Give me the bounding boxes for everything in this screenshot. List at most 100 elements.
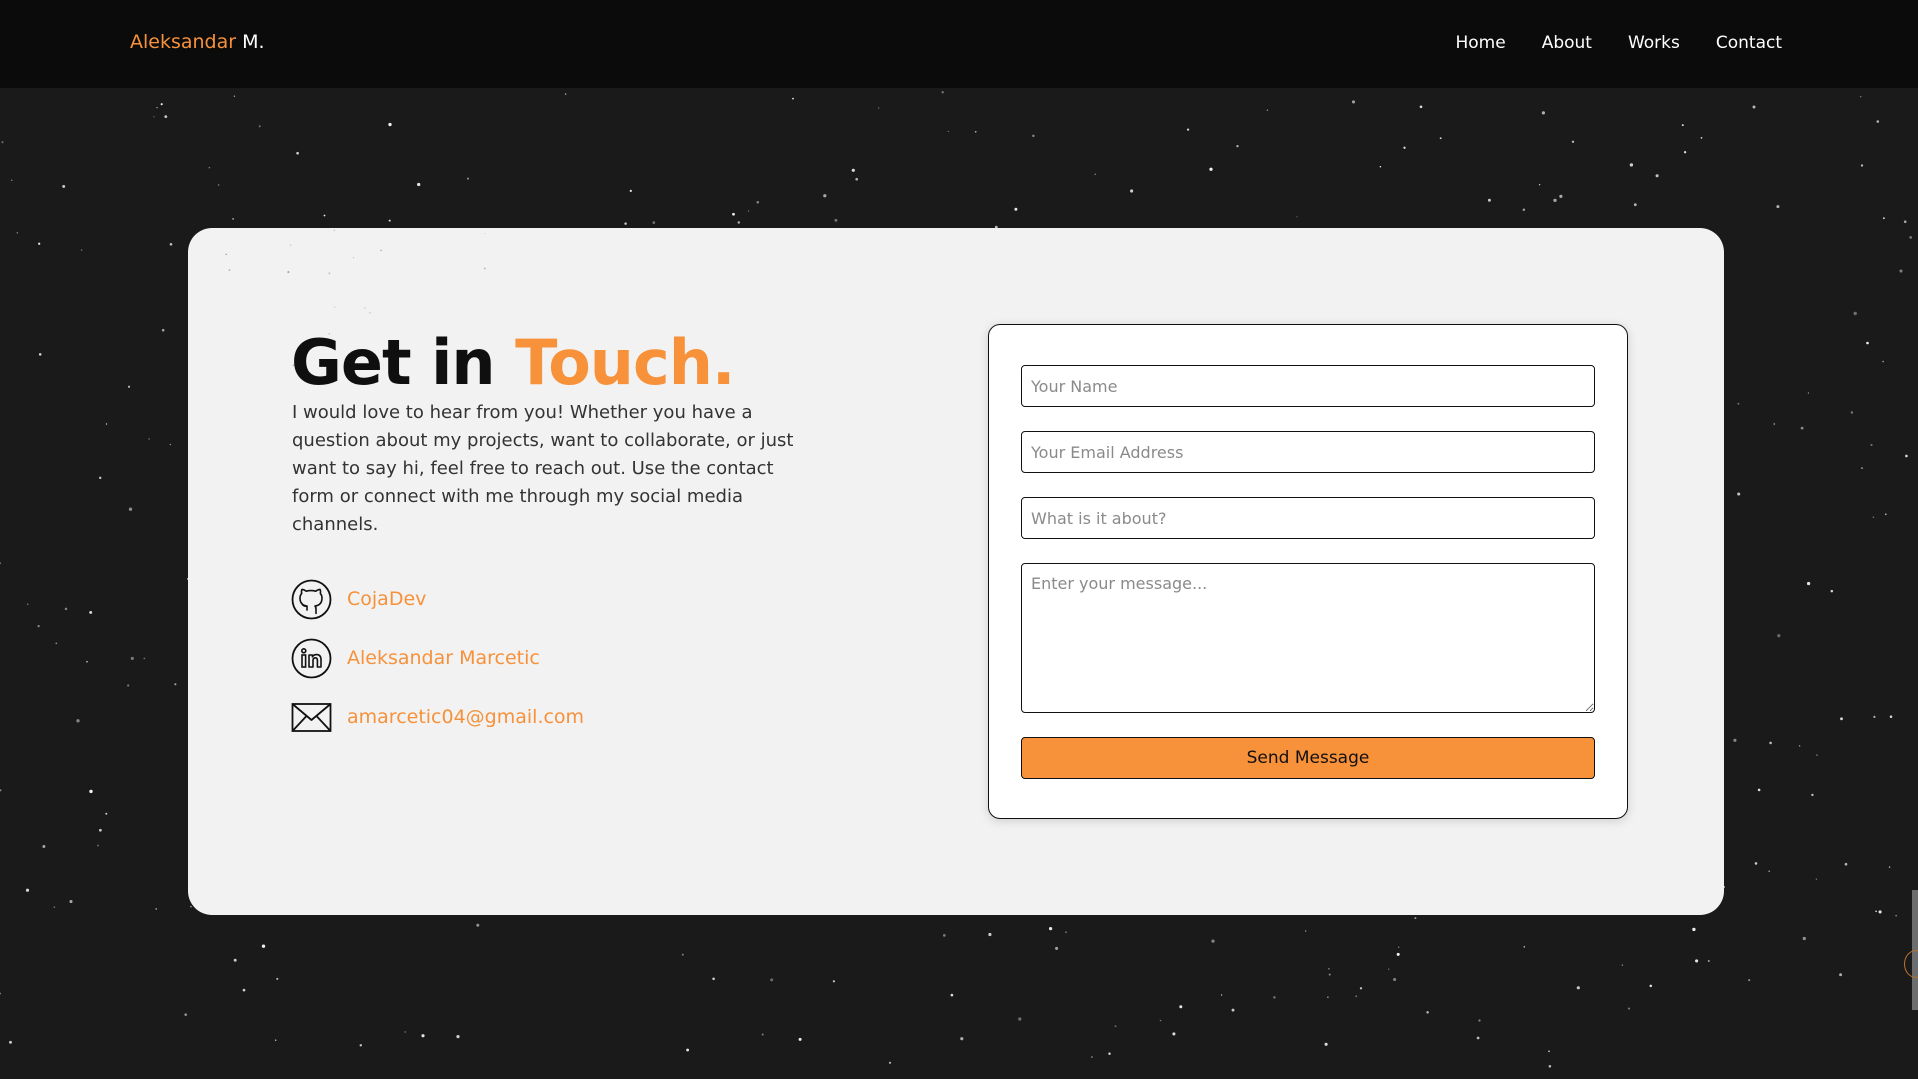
brand-logo[interactable]: Aleksandar M.: [130, 31, 265, 53]
mail-icon[interactable]: [291, 697, 332, 738]
star: [1889, 715, 1893, 718]
star: [156, 106, 158, 109]
star: [1266, 109, 1269, 111]
github-icon[interactable]: [291, 579, 332, 620]
star: [38, 242, 41, 245]
star: [76, 719, 80, 723]
star: [1816, 754, 1818, 756]
star: [1236, 144, 1239, 148]
star: [1159, 1019, 1162, 1022]
star: [105, 423, 108, 425]
star: [1888, 866, 1891, 868]
star: [105, 812, 108, 815]
star: [217, 184, 220, 186]
star: [1478, 1019, 1481, 1022]
star: [1541, 111, 1546, 115]
star: [1872, 516, 1875, 519]
star: [960, 1037, 964, 1041]
star: [834, 218, 838, 222]
star: [86, 660, 88, 663]
email-input[interactable]: [1021, 431, 1595, 473]
star: [941, 91, 944, 94]
social-row-github: CojaDev: [291, 579, 584, 619]
star: [1130, 189, 1134, 193]
scroll-to-top-icon[interactable]: [1904, 950, 1918, 978]
nav-works[interactable]: Works: [1628, 33, 1680, 53]
star: [1179, 1005, 1183, 1009]
name-input[interactable]: [1021, 365, 1595, 407]
star: [1866, 341, 1869, 345]
star: [128, 507, 133, 511]
github-link[interactable]: CojaDev: [347, 588, 426, 610]
star: [1776, 205, 1780, 209]
speckle: [333, 306, 336, 308]
star: [1327, 996, 1329, 998]
star: [1476, 1036, 1480, 1040]
star: [127, 684, 130, 687]
star: [1209, 167, 1213, 171]
star: [855, 177, 859, 181]
star: [25, 888, 30, 892]
star: [1807, 392, 1809, 394]
star: [888, 1061, 892, 1064]
nav-about[interactable]: About: [1542, 33, 1592, 53]
star: [0, 992, 2, 995]
star: [1388, 968, 1390, 970]
star: [1403, 146, 1406, 149]
star: [388, 219, 391, 222]
star: [153, 116, 155, 118]
star: [1487, 198, 1491, 202]
nav-home[interactable]: Home: [1455, 33, 1505, 53]
star: [64, 607, 68, 611]
send-message-button[interactable]: Send Message: [1021, 737, 1595, 779]
star: [296, 151, 299, 155]
star: [0, 789, 2, 792]
star: [1396, 952, 1400, 956]
star: [164, 115, 168, 118]
star: [27, 603, 29, 605]
star: [686, 1048, 690, 1052]
star: [1882, 360, 1884, 363]
star: [1324, 1042, 1328, 1046]
star: [1899, 269, 1903, 273]
star: [1839, 973, 1843, 977]
linkedin-link[interactable]: Aleksandar Marcetic: [347, 647, 540, 669]
star: [1094, 173, 1097, 176]
star: [97, 844, 99, 847]
navbar: Aleksandar M. Home About Works Contact: [0, 0, 1918, 88]
star: [974, 130, 977, 133]
star: [1875, 910, 1877, 913]
speckle: [380, 249, 382, 252]
star: [232, 217, 235, 220]
email-link[interactable]: amarcetic04@gmail.com: [347, 706, 584, 728]
subject-input[interactable]: [1021, 497, 1595, 539]
message-textarea[interactable]: [1021, 563, 1595, 713]
star: [1538, 184, 1541, 186]
star: [770, 978, 774, 982]
star: [1273, 996, 1276, 999]
star: [851, 168, 855, 172]
speckle: [287, 271, 290, 274]
star: [1870, 443, 1873, 447]
star: [1522, 208, 1526, 211]
linkedin-icon[interactable]: [291, 638, 332, 679]
star: [80, 249, 83, 251]
star: [1905, 454, 1908, 458]
star: [1548, 1050, 1550, 1053]
star: [1414, 917, 1417, 920]
star: [1, 141, 4, 144]
star: [1707, 960, 1710, 962]
nav-contact[interactable]: Contact: [1716, 33, 1782, 53]
star: [832, 980, 836, 983]
star: [792, 97, 794, 100]
star: [1231, 1008, 1235, 1012]
speckle: [483, 267, 486, 270]
star: [1683, 151, 1687, 154]
star: [1700, 137, 1703, 139]
star: [737, 221, 741, 224]
star: [143, 657, 146, 660]
star: [878, 107, 880, 109]
star: [712, 977, 715, 981]
star: [1860, 96, 1862, 98]
star: [1840, 717, 1843, 721]
